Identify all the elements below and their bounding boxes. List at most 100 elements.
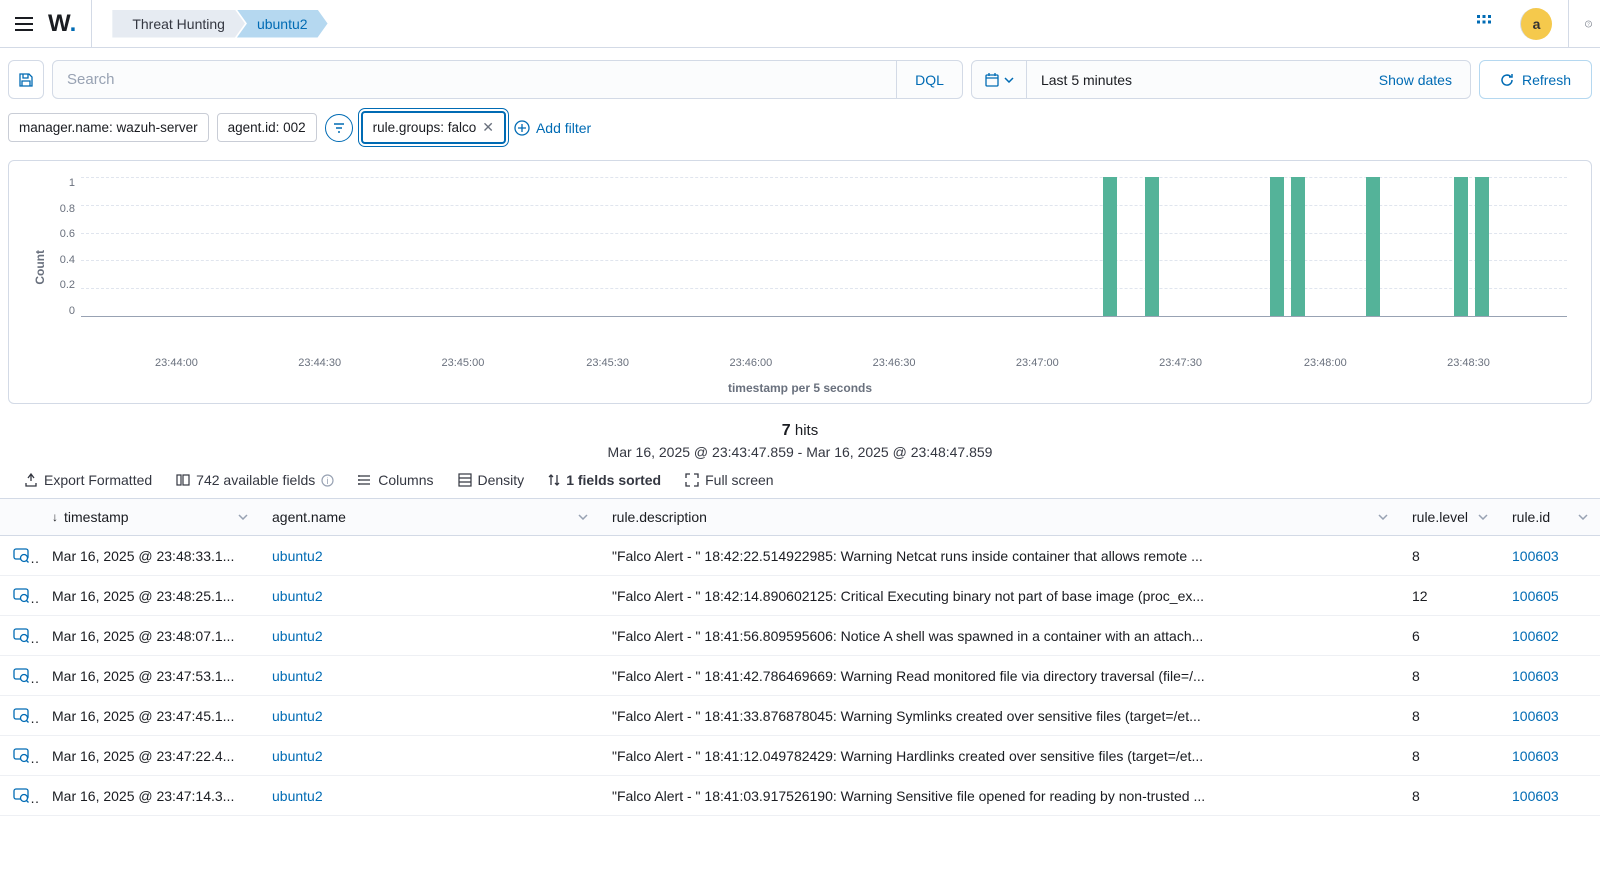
col-timestamp[interactable]: ↓timestamp (40, 499, 260, 536)
expand-row-button[interactable] (12, 585, 30, 603)
col-description[interactable]: rule.description (600, 499, 1400, 536)
svg-text:i: i (327, 476, 329, 486)
columns-button[interactable]: Columns (358, 472, 433, 488)
chevron-down-icon (1378, 514, 1388, 520)
cell-timestamp: Mar 16, 2025 @ 23:48:07.1... (40, 616, 260, 656)
cell-description: "Falco Alert - " 18:41:03.917526190: War… (600, 776, 1400, 816)
cell-agent-link[interactable]: ubuntu2 (272, 668, 323, 684)
refresh-button[interactable]: Refresh (1479, 60, 1592, 99)
results-toolbar: Export Formatted 742 available fields i … (0, 466, 1600, 498)
cell-rule-id-link[interactable]: 100605 (1512, 588, 1559, 604)
cell-timestamp: Mar 16, 2025 @ 23:48:33.1... (40, 536, 260, 576)
save-query-button[interactable] (8, 60, 44, 99)
date-range-text[interactable]: Last 5 minutes (1027, 61, 1361, 98)
histogram-bar[interactable] (1366, 177, 1380, 316)
density-button[interactable]: Density (458, 472, 525, 488)
cell-description: "Falco Alert - " 18:41:42.786469669: War… (600, 656, 1400, 696)
apps-icon[interactable] (1476, 14, 1496, 34)
chevron-down-icon (1578, 514, 1588, 520)
table-row: Mar 16, 2025 @ 23:48:25.1...ubuntu2"Falc… (0, 576, 1600, 616)
search-row: DQL Last 5 minutes Show dates Refresh (0, 48, 1600, 107)
fullscreen-button[interactable]: Full screen (685, 472, 773, 488)
table-row: Mar 16, 2025 @ 23:48:33.1...ubuntu2"Falc… (0, 536, 1600, 576)
table-row: Mar 16, 2025 @ 23:47:53.1...ubuntu2"Falc… (0, 656, 1600, 696)
expand-row-button[interactable] (12, 665, 30, 683)
table-row: Mar 16, 2025 @ 23:47:45.1...ubuntu2"Falc… (0, 696, 1600, 736)
cell-level: 8 (1400, 656, 1500, 696)
add-filter-button[interactable]: Add filter (514, 120, 591, 136)
cell-level: 8 (1400, 736, 1500, 776)
expand-row-button[interactable] (12, 545, 30, 563)
histogram-bar[interactable] (1475, 177, 1489, 316)
histogram-bar[interactable] (1145, 177, 1159, 316)
cell-rule-id-link[interactable]: 100603 (1512, 668, 1559, 684)
expand-row-button[interactable] (12, 625, 30, 643)
breadcrumb-item[interactable]: Threat Hunting (112, 10, 245, 38)
cell-description: "Falco Alert - " 18:41:33.876878045: War… (600, 696, 1400, 736)
logo[interactable]: W. (48, 0, 92, 48)
cell-description: "Falco Alert - " 18:41:56.809595606: Not… (600, 616, 1400, 656)
calendar-button[interactable] (972, 61, 1027, 98)
histogram-bar[interactable] (1454, 177, 1468, 316)
refresh-label: Refresh (1522, 72, 1571, 88)
filter-text: agent.id: 002 (228, 120, 306, 135)
cell-timestamp: Mar 16, 2025 @ 23:47:22.4... (40, 736, 260, 776)
app-header: W. Threat Hunting ubuntu2 a ? (0, 0, 1600, 48)
dql-button[interactable]: DQL (896, 61, 962, 98)
cell-rule-id-link[interactable]: 100602 (1512, 628, 1559, 644)
date-picker: Last 5 minutes Show dates (971, 60, 1471, 99)
cell-rule-id-link[interactable]: 100603 (1512, 788, 1559, 804)
table-row: Mar 16, 2025 @ 23:48:07.1... ubuntu2 "Falc… (0, 616, 1600, 656)
y-axis-label: Count (33, 250, 47, 285)
cell-level: 8 (1400, 776, 1500, 816)
histogram-panel: Count 10.80.60.40.20 23:44:0023:44:3023:… (8, 160, 1592, 404)
filter-pill[interactable]: agent.id: 002 (217, 113, 317, 142)
density-icon (458, 473, 472, 487)
cell-agent-link[interactable]: ubuntu2 (272, 708, 323, 724)
show-dates-button[interactable]: Show dates (1361, 61, 1470, 98)
cell-rule-id-link[interactable]: 100603 (1512, 708, 1559, 724)
col-agent-name[interactable]: agent.name (260, 499, 600, 536)
cell-agent-link[interactable]: ubuntu2 (272, 748, 323, 764)
hamburger-icon (15, 17, 33, 31)
info-icon: i (321, 474, 334, 487)
col-level[interactable]: rule.level (1400, 499, 1500, 536)
histogram-bar[interactable] (1103, 177, 1117, 316)
filter-icon (332, 121, 346, 135)
cell-agent-link[interactable]: ubuntu2 (272, 548, 323, 564)
cell-agent-link[interactable]: ubuntu2 (272, 588, 323, 604)
cell-rule-id-link[interactable]: 100603 (1512, 548, 1559, 564)
export-button[interactable]: Export Formatted (24, 472, 152, 488)
cell-agent-link[interactable]: ubuntu2 (272, 628, 323, 644)
cell-agent-link[interactable]: ubuntu2 (272, 788, 323, 804)
expand-row-button[interactable] (12, 785, 30, 803)
hits-summary: 7 hits Mar 16, 2025 @ 23:43:47.859 - Mar… (0, 404, 1600, 466)
cell-timestamp: Mar 16, 2025 @ 23:47:14.3... (40, 776, 260, 816)
col-rule-id[interactable]: rule.id (1500, 499, 1600, 536)
chevron-down-icon (238, 514, 248, 520)
cell-level: 6 (1400, 616, 1500, 656)
filter-pill[interactable]: manager.name: wazuh-server (8, 113, 209, 142)
cell-level: 8 (1400, 696, 1500, 736)
chart-plot[interactable] (81, 177, 1567, 317)
histogram-bar[interactable] (1291, 177, 1305, 316)
filter-pill[interactable]: rule.groups: falco✕ (361, 111, 506, 144)
breadcrumb: Threat Hunting ubuntu2 (112, 10, 327, 38)
filter-row: manager.name: wazuh-serveragent.id: 002 … (0, 107, 1600, 160)
close-icon[interactable]: ✕ (482, 119, 494, 136)
available-fields-button[interactable]: 742 available fields i (176, 472, 334, 488)
chevron-down-icon (1478, 514, 1488, 520)
expand-row-button[interactable] (12, 705, 30, 723)
search-input[interactable] (53, 61, 896, 98)
expand-row-button[interactable] (12, 745, 30, 763)
help-icon[interactable]: ? (1568, 0, 1592, 48)
breadcrumb-item-active[interactable]: ubuntu2 (237, 10, 328, 38)
x-axis-label: timestamp per 5 seconds (33, 381, 1567, 395)
filter-toggle-button[interactable] (325, 114, 353, 142)
histogram-bar[interactable] (1270, 177, 1284, 316)
cell-rule-id-link[interactable]: 100603 (1512, 748, 1559, 764)
menu-button[interactable] (8, 8, 40, 40)
columns-icon (358, 473, 372, 487)
avatar[interactable]: a (1520, 8, 1552, 40)
sort-button[interactable]: 1 fields sorted (548, 472, 661, 488)
